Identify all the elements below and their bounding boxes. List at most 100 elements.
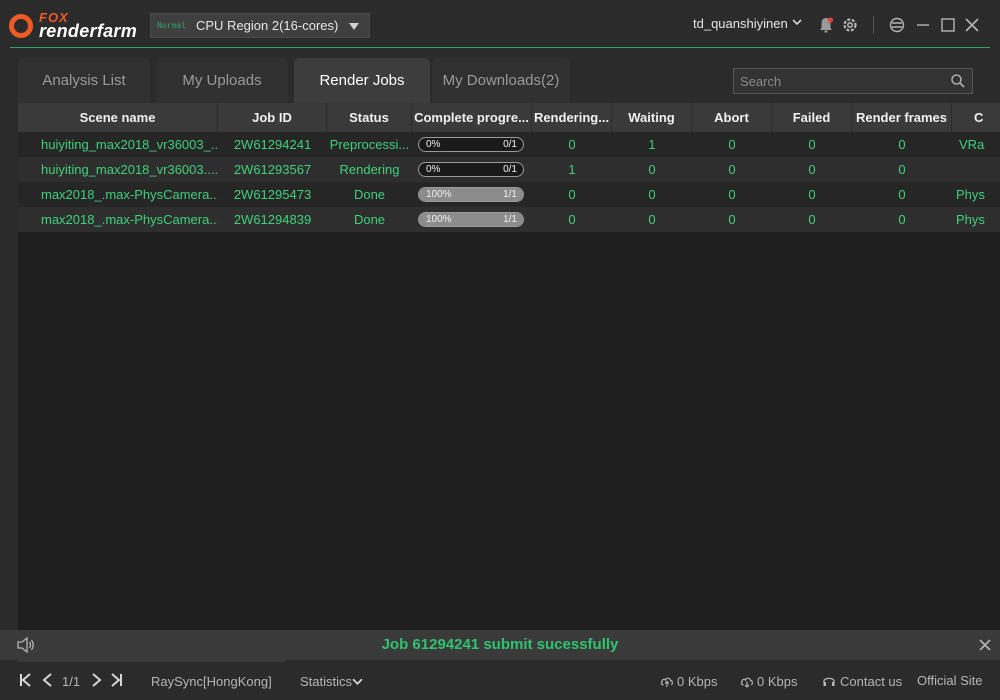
title-divider (10, 47, 990, 48)
cell-failed: 0 (808, 137, 816, 152)
cell-rendering: 0 (568, 187, 576, 202)
cell-status: Done (353, 187, 386, 202)
region-badge: Normal (157, 21, 186, 30)
cell-render-frames: 0 (898, 212, 906, 227)
cell-job-id: 2W61293567 (233, 162, 312, 177)
progress-frames: 1/1 (503, 214, 517, 225)
progress-frames: 1/1 (503, 189, 517, 200)
title-separator (873, 16, 874, 34)
username[interactable]: td_quanshiyinen (693, 16, 788, 31)
status-bar: 1/1 RaySync[HongKong] Statistics 0 Kbps … (0, 660, 1000, 700)
notification-bar: Job 61294241 submit sucessfully (0, 630, 1000, 660)
page-indicator: 1/1 (62, 674, 81, 689)
chevron-down-icon[interactable] (792, 17, 802, 27)
cell-rendering: 0 (568, 212, 576, 227)
cell-abort: 0 (728, 187, 736, 202)
cell-status: Preprocessi... (329, 137, 410, 152)
download-cloud-icon (740, 677, 753, 688)
headset-icon[interactable] (822, 674, 836, 688)
progress-bar: 100% 1/1 (418, 187, 524, 202)
progress-percent: 100% (426, 214, 452, 225)
contact-us-link[interactable]: Contact us (840, 674, 902, 689)
progress-frames: 0/1 (503, 139, 517, 150)
network-icon[interactable] (888, 16, 906, 34)
progress-frames: 0/1 (503, 164, 517, 175)
region-select[interactable]: Normal CPU Region 2(16-cores) (150, 13, 370, 38)
close-icon[interactable] (963, 16, 981, 34)
cell-failed: 0 (808, 212, 816, 227)
last-page-icon[interactable] (108, 672, 124, 688)
progress-percent: 0% (426, 164, 441, 175)
progress-bar: 0% 0/1 (418, 162, 524, 177)
app-logo: FOX renderfarm (9, 10, 139, 42)
search-icon[interactable] (950, 73, 966, 89)
close-icon[interactable] (977, 637, 993, 653)
progress-percent: 100% (426, 189, 452, 200)
main-panel: Analysis List My Uploads Render Jobs My … (18, 56, 1000, 630)
chevron-down-icon[interactable] (352, 676, 363, 687)
column-header-failed[interactable]: Failed (772, 103, 852, 132)
table-row[interactable]: huiyiting_max2018_vr36003_... 2W61294241… (18, 132, 1000, 157)
cell-failed: 0 (808, 187, 816, 202)
tabs-bar: Analysis List My Uploads Render Jobs My … (18, 56, 1000, 103)
prev-page-icon[interactable] (40, 672, 56, 688)
cell-job-id: 2W61294839 (233, 212, 312, 227)
cell-render-frames: 0 (898, 162, 906, 177)
tab-my-downloads[interactable]: My Downloads(2) (432, 58, 570, 103)
cell-camera: Phys (956, 187, 985, 202)
first-page-icon[interactable] (18, 672, 34, 688)
official-site-link[interactable]: Official Site (917, 673, 983, 688)
footer-divider (18, 660, 285, 662)
title-bar: FOX renderfarm Normal CPU Region 2(16-co… (0, 0, 1000, 48)
maximize-icon[interactable] (939, 16, 957, 34)
caret-down-icon (349, 23, 359, 30)
upload-cloud-icon (660, 677, 673, 687)
cell-abort: 0 (728, 137, 736, 152)
cell-scene-name: huiyiting_max2018_vr36003_... (41, 137, 218, 152)
download-speed: 0 Kbps (757, 674, 798, 689)
table-row[interactable]: huiyiting_max2018_vr36003.... 2W61293567… (18, 157, 1000, 182)
tab-render-jobs[interactable]: Render Jobs (294, 58, 430, 103)
logo-ring-icon (9, 14, 33, 38)
column-header-waiting[interactable]: Waiting (612, 103, 692, 132)
cell-scene-name: huiyiting_max2018_vr36003.... (41, 162, 218, 177)
next-page-icon[interactable] (88, 672, 104, 688)
search-box (733, 68, 973, 94)
cell-render-frames: 0 (898, 137, 906, 152)
column-header-rendering[interactable]: Rendering... (532, 103, 612, 132)
cell-status: Rendering (339, 162, 400, 177)
column-header-complete-progress[interactable]: Complete progre... (412, 103, 532, 132)
cell-scene-name: max2018_.max-PhysCamera... (41, 212, 218, 227)
tab-analysis-list[interactable]: Analysis List (18, 58, 150, 103)
column-header-abort[interactable]: Abort (692, 103, 772, 132)
table-row[interactable]: max2018_.max-PhysCamera... 2W61295473 Do… (18, 182, 1000, 207)
notification-message: Job 61294241 submit sucessfully (381, 636, 619, 653)
cell-failed: 0 (808, 162, 816, 177)
statistics-menu[interactable]: Statistics (300, 674, 352, 689)
table-header: Scene name Job ID Status Complete progre… (18, 103, 1000, 132)
cell-render-frames: 0 (898, 187, 906, 202)
column-header-render-frames[interactable]: Render frames (852, 103, 952, 132)
column-header-status[interactable]: Status (327, 103, 412, 132)
search-input[interactable] (734, 69, 944, 93)
tab-my-uploads[interactable]: My Uploads (156, 58, 288, 103)
gear-icon[interactable] (841, 16, 859, 34)
column-header-camera[interactable]: C (952, 103, 1000, 132)
app-window: FOX renderfarm Normal CPU Region 2(16-co… (0, 0, 1000, 700)
progress-bar: 0% 0/1 (418, 137, 524, 152)
bell-icon[interactable] (817, 16, 835, 34)
minimize-icon[interactable] (914, 16, 932, 34)
cell-waiting: 0 (648, 187, 656, 202)
cell-waiting: 1 (648, 137, 656, 152)
upload-speed: 0 Kbps (677, 674, 718, 689)
column-header-job-id[interactable]: Job ID (218, 103, 327, 132)
table-row[interactable]: max2018_.max-PhysCamera... 2W61294839 Do… (18, 207, 1000, 232)
progress-percent: 0% (426, 139, 441, 150)
region-label: CPU Region 2(16-cores) (196, 18, 339, 33)
cell-job-id: 2W61294241 (233, 137, 312, 152)
column-header-scene-name[interactable]: Scene name (18, 103, 218, 132)
raysync-label[interactable]: RaySync[HongKong] (151, 674, 272, 689)
cell-waiting: 0 (648, 162, 656, 177)
cell-rendering: 1 (568, 162, 576, 177)
cell-abort: 0 (728, 162, 736, 177)
